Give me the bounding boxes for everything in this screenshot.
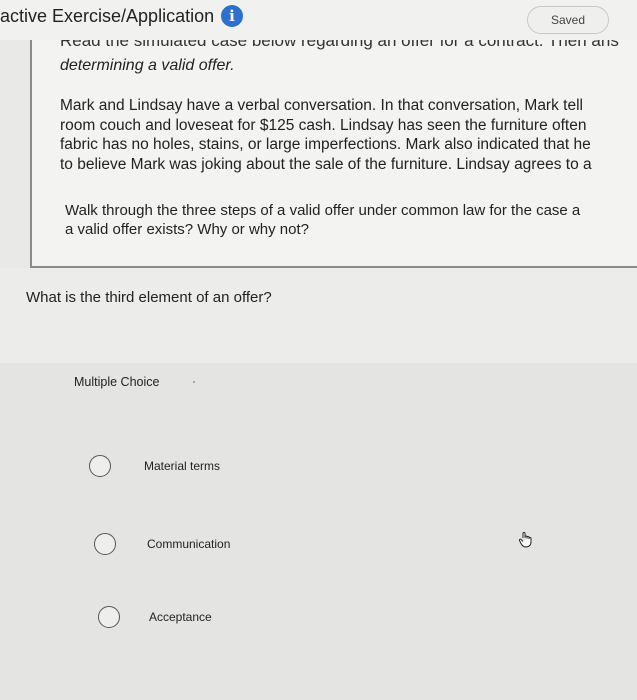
radio-button[interactable] xyxy=(94,533,116,555)
saved-status-badge: Saved xyxy=(527,6,609,34)
page-title: active Exercise/Application xyxy=(0,6,215,26)
scenario-line: room couch and loveseat for $125 cash. L… xyxy=(60,116,587,134)
case-panel: Read the simulated case below regarding … xyxy=(30,40,637,268)
case-scenario: Mark and Lindsay have a verbal conversat… xyxy=(60,96,637,174)
multiple-choice-label: Multiple Choice xyxy=(74,375,160,389)
case-prompt: Walk through the three steps of a valid … xyxy=(65,202,637,239)
info-icon[interactable]: i xyxy=(221,5,243,27)
prompt-line: Walk through the three steps of a valid … xyxy=(65,202,581,219)
prompt-line: a valid offer exists? Why or why not? xyxy=(65,220,309,238)
choice-label[interactable]: Material terms xyxy=(144,459,220,473)
choice-label[interactable]: Acceptance xyxy=(149,610,212,624)
choices-area: Multiple Choice Material terms Communica… xyxy=(0,363,637,700)
choice-label[interactable]: Communication xyxy=(147,537,230,551)
radio-button[interactable] xyxy=(89,455,111,477)
decorative-dot xyxy=(193,381,195,383)
choice-option-acceptance[interactable]: Acceptance xyxy=(98,606,258,636)
choice-option-communication[interactable]: Communication xyxy=(94,533,254,563)
header-bar: active Exercise/Application i Saved xyxy=(0,0,637,40)
scenario-line: fabric has no holes, stains, or large im… xyxy=(60,136,591,153)
question-text: What is the third element of an offer? xyxy=(26,289,272,306)
cut-off-instruction-line: Read the simulated case below regarding … xyxy=(60,40,619,50)
instruction-lead: determining a valid offer. xyxy=(60,57,235,74)
scenario-line: Mark and Lindsay have a verbal conversat… xyxy=(60,97,583,114)
question-area: What is the third element of an offer? xyxy=(0,268,637,363)
choice-option-material-terms[interactable]: Material terms xyxy=(89,455,249,485)
hand-cursor-icon xyxy=(518,532,532,548)
scenario-line: to believe Mark was joking about the sal… xyxy=(60,155,592,173)
radio-button[interactable] xyxy=(98,606,120,628)
